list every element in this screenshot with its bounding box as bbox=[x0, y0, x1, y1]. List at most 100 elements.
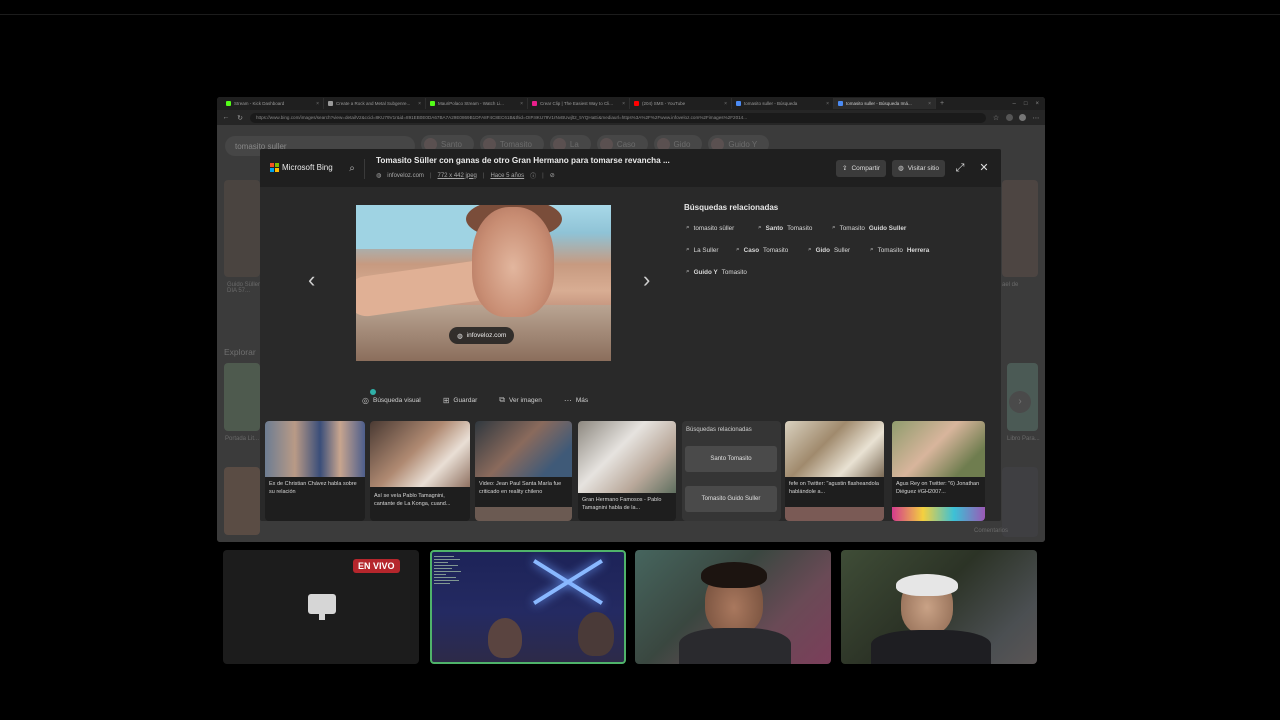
browser-tab[interactable]: MauriPolaco Stream - Watch Li... × bbox=[426, 98, 528, 109]
tab-close-icon[interactable]: × bbox=[520, 101, 523, 107]
result-thumbnail[interactable] bbox=[1002, 467, 1038, 537]
similar-image-card[interactable]: Agus Rey on Twitter: "6) Jonathan Diégue… bbox=[892, 421, 985, 521]
modal-header: Microsoft Bing ⌕ Tomasito Süller con gan… bbox=[260, 149, 1001, 187]
brand-name[interactable]: Microsoft Bing bbox=[282, 163, 333, 172]
save-icon: ⊞ bbox=[442, 395, 450, 405]
related-search-item[interactable]: ⌕ Santo Tomasito bbox=[758, 223, 820, 233]
kick-favicon-icon bbox=[430, 101, 435, 106]
related-search-item[interactable]: ⌕ Guido Y Tomasito bbox=[686, 267, 758, 277]
similar-image-thumbnail bbox=[892, 507, 985, 521]
participant-video-feed bbox=[578, 612, 614, 656]
explore-heading: Explorar bbox=[224, 347, 256, 357]
browser-tab[interactable]: Crear Clip | The Easiest Way to Cli... × bbox=[528, 98, 630, 109]
carousel-next-icon[interactable]: › bbox=[1009, 391, 1031, 413]
profile-avatar[interactable] bbox=[1019, 114, 1026, 121]
result-caption: Portada Lit... bbox=[225, 436, 260, 442]
similar-image-thumbnail bbox=[785, 507, 884, 521]
tab-close-icon[interactable]: × bbox=[316, 101, 319, 107]
image-detail-modal: Microsoft Bing ⌕ Tomasito Süller con gan… bbox=[260, 149, 1001, 521]
participant-video-tile[interactable] bbox=[635, 550, 831, 664]
search-icon[interactable]: ⌕ bbox=[343, 160, 361, 178]
result-caption: Libro Para... bbox=[1007, 436, 1040, 442]
info-icon[interactable]: ⓘ bbox=[530, 171, 536, 180]
similar-image-card[interactable]: Video: Jean Paul Santa María fue critica… bbox=[475, 421, 572, 521]
save-button[interactable]: ⊞ Guardar bbox=[443, 395, 478, 405]
browser-tab[interactable]: tomasito suller - Búsqueda × bbox=[732, 98, 834, 109]
image-age[interactable]: Hace 5 años bbox=[490, 173, 524, 179]
back-icon[interactable]: ← bbox=[222, 114, 230, 121]
similar-image-card[interactable]: Ex de Christian Chávez habla sobre su re… bbox=[265, 421, 365, 521]
related-card-item[interactable]: Tomasito Guido Suller bbox=[685, 486, 777, 512]
extension-icon[interactable] bbox=[1006, 114, 1013, 121]
menu-dots-icon[interactable]: ⋯ bbox=[1032, 114, 1040, 122]
globe-icon: ◍ bbox=[457, 332, 463, 340]
browser-tab[interactable]: Stream - Kick Dashboard × bbox=[222, 98, 324, 109]
result-thumbnail[interactable] bbox=[224, 180, 260, 277]
browser-tab[interactable]: (204) SMS - YouTube × bbox=[630, 98, 732, 109]
participant-video-tile[interactable] bbox=[841, 550, 1037, 664]
browser-tab-active[interactable]: tomasito suller - Búsqueda Imá... × bbox=[834, 98, 936, 109]
next-image-icon[interactable]: › bbox=[643, 269, 650, 291]
tab-close-icon[interactable]: × bbox=[418, 101, 421, 107]
share-button[interactable]: ⇪ Compartir bbox=[836, 159, 887, 177]
expand-icon[interactable]: ⤢ bbox=[951, 159, 969, 177]
image-tools: ◎ Búsqueda visual ⊞ Guardar ⧉ Ver imagen ⋯ M… bbox=[362, 389, 588, 405]
related-search-item[interactable]: ⌕ Gido Suller bbox=[808, 245, 858, 255]
new-tab-icon[interactable]: + bbox=[940, 100, 944, 107]
reload-icon[interactable]: ↻ bbox=[236, 114, 244, 122]
url-field[interactable]: https://www.bing.com/images/search?view=… bbox=[250, 112, 986, 123]
tab-close-icon[interactable]: × bbox=[724, 101, 727, 107]
minimize-icon[interactable]: – bbox=[1013, 101, 1016, 107]
close-icon[interactable]: ✕ bbox=[975, 159, 993, 177]
related-search-item[interactable]: ⌕ La Suller bbox=[686, 245, 724, 255]
related-card-title: Búsquedas relacionadas bbox=[686, 427, 752, 433]
related-searches: ⌕ tomasito süller ⌕ Santo Tomasito ⌕ Tomasi… bbox=[686, 223, 956, 277]
view-image-button[interactable]: ⧉ Ver imagen bbox=[499, 395, 542, 405]
favorite-star-icon[interactable]: ☆ bbox=[992, 114, 1000, 122]
similar-image-card[interactable]: Así se veía Pablo Tamagnini, cantante de… bbox=[370, 421, 470, 521]
more-icon: ⋯ bbox=[563, 395, 572, 405]
related-search-item[interactable]: ⌕ Tomasito Guido Suller bbox=[832, 223, 922, 233]
similar-image-card[interactable]: Gran Hermano Famosos - Pablo Tamagnini h… bbox=[578, 421, 676, 521]
similar-image-caption: Ex de Christian Chávez habla sobre su re… bbox=[269, 481, 357, 495]
meta-separator: | bbox=[429, 172, 432, 179]
main-image[interactable]: ◍ infoveloz.com bbox=[356, 205, 611, 361]
image-face-area bbox=[472, 207, 554, 317]
similar-image-card[interactable]: fefe on Twitter: "agustin flasheandola h… bbox=[785, 421, 884, 521]
related-search-item[interactable]: ⌕ tomasito süller bbox=[686, 223, 746, 233]
visual-search-button[interactable]: ◎ Búsqueda visual bbox=[362, 389, 421, 405]
tab-close-icon[interactable]: × bbox=[622, 101, 625, 107]
monitor-icon bbox=[308, 594, 336, 614]
image-dimensions[interactable]: 772 x 442 jpeg bbox=[438, 173, 477, 179]
browser-tab[interactable]: Create a Rock and Metal Subgenre... × bbox=[324, 98, 426, 109]
maximize-icon[interactable]: □ bbox=[1024, 101, 1028, 107]
visit-site-button[interactable]: ◍ Visitar sitio bbox=[892, 159, 945, 177]
search-icon: ⌕ bbox=[686, 246, 690, 253]
source-domain[interactable]: infoveloz.com bbox=[387, 173, 424, 179]
browser-tabstrip: Stream - Kick Dashboard × Create a Rock a… bbox=[217, 97, 1045, 110]
tab-close-icon[interactable]: × bbox=[826, 101, 829, 107]
related-search-item[interactable]: ⌕ Caso Tomasito bbox=[736, 245, 796, 255]
participant-video-tile[interactable] bbox=[430, 550, 626, 664]
related-card-item[interactable]: Santo Tomasito bbox=[685, 446, 777, 472]
image-title[interactable]: Tomasito Süller con ganas de otro Gran H… bbox=[376, 156, 670, 165]
globe-icon: ◍ bbox=[376, 173, 382, 179]
previous-image-icon[interactable]: ‹ bbox=[308, 269, 315, 291]
participant-video-feed bbox=[679, 628, 791, 664]
tab-close-icon[interactable]: × bbox=[928, 101, 931, 107]
result-caption: Guido Süller DIA 57... bbox=[227, 282, 261, 294]
flag-icon[interactable]: ⊘ bbox=[550, 172, 555, 179]
image-source-chip[interactable]: ◍ infoveloz.com bbox=[449, 327, 515, 344]
result-thumbnail[interactable] bbox=[224, 363, 260, 431]
participant-video-feed bbox=[488, 618, 522, 658]
youtube-favicon-icon bbox=[634, 101, 639, 106]
result-thumbnail[interactable] bbox=[224, 467, 260, 535]
screen-share-tile[interactable]: EN VIVO bbox=[223, 550, 419, 664]
related-search-item[interactable]: ⌕ Tomasito Herrera bbox=[870, 245, 938, 255]
search-icon: ⌕ bbox=[686, 224, 690, 231]
result-thumbnail[interactable] bbox=[1002, 180, 1038, 277]
feedback-link[interactable]: Comentarios bbox=[974, 528, 1008, 534]
more-button[interactable]: ⋯ Más bbox=[564, 395, 588, 405]
page-favicon-icon bbox=[328, 101, 333, 106]
window-close-icon[interactable]: × bbox=[1035, 101, 1039, 107]
